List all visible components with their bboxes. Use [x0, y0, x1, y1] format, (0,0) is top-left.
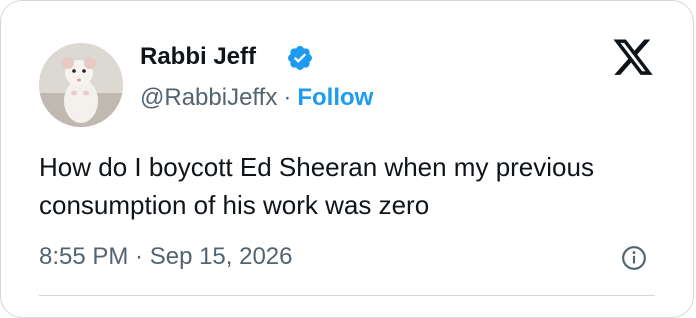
verified-badge-icon — [288, 46, 312, 70]
separator-dot: · — [283, 84, 292, 111]
avatar[interactable] — [39, 43, 123, 127]
tweet-text: How do I boycott Ed Sheeran when my prev… — [39, 152, 594, 220]
divider — [39, 295, 655, 296]
tweet-timestamp[interactable]: 8:55 PM · Sep 15, 2026 — [39, 241, 293, 273]
tweet-card: Rabbi Jeff @RabbiJeffx · Follow How do I b… — [0, 0, 694, 318]
follow-button[interactable]: Follow — [297, 84, 373, 111]
x-logo-icon[interactable] — [611, 39, 655, 79]
display-name[interactable]: Rabbi Jeff — [140, 41, 256, 73]
handle[interactable]: @RabbiJeffx — [140, 84, 277, 111]
rat-avatar-image — [39, 43, 123, 127]
info-icon[interactable] — [621, 245, 647, 271]
handle-row: @RabbiJeffx · Follow — [140, 82, 373, 114]
